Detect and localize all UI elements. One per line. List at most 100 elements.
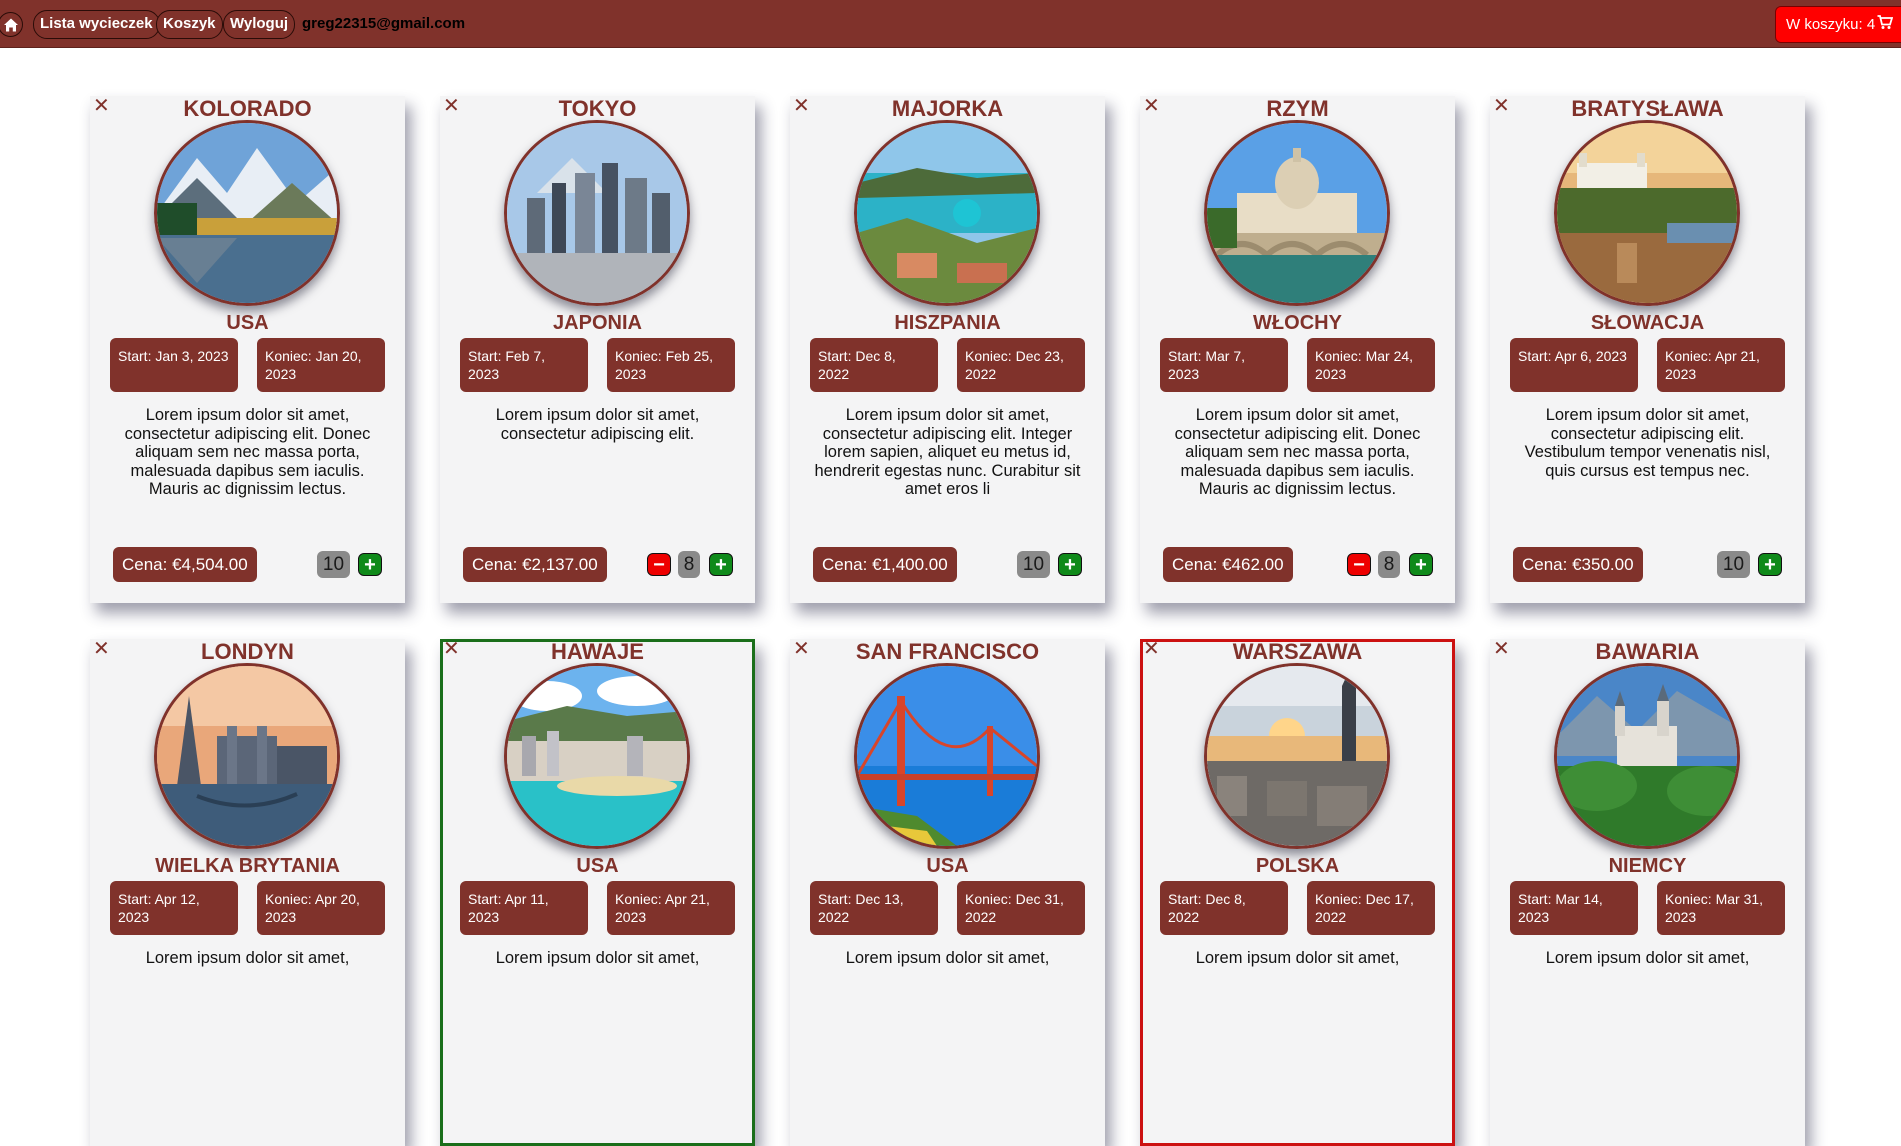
trip-card-kolorado: ✕ KOLORADO USA Start: Jan 3, 2023 Koniec… bbox=[90, 96, 405, 603]
end-date: Koniec: Feb 25, 2023 bbox=[607, 338, 735, 392]
trip-photo bbox=[504, 663, 690, 849]
start-date: Start: Dec 8, 2022 bbox=[1160, 881, 1288, 935]
increase-button[interactable]: + bbox=[709, 553, 733, 576]
nav-link-logout[interactable]: Wyloguj bbox=[223, 10, 296, 39]
start-date: Start: Jan 3, 2023 bbox=[110, 338, 238, 392]
start-date: Start: Dec 8, 2022 bbox=[810, 338, 938, 392]
trip-card-warszawa: ✕ WARSZAWA POLSKA Start: Dec 8, 2022 Kon… bbox=[1140, 639, 1455, 1146]
trip-country: SŁOWACJA bbox=[1590, 312, 1705, 334]
end-date: Koniec: Dec 31, 2022 bbox=[957, 881, 1085, 935]
cart-button[interactable]: W koszyku: 4 bbox=[1775, 6, 1901, 43]
increase-button[interactable]: + bbox=[1758, 553, 1782, 576]
start-date: Start: Mar 7, 2023 bbox=[1160, 338, 1288, 392]
home-button[interactable] bbox=[0, 12, 23, 37]
available-seats: 8 bbox=[1378, 551, 1400, 578]
trip-country: POLSKA bbox=[1255, 855, 1340, 877]
end-date: Koniec: Apr 20, 2023 bbox=[257, 881, 385, 935]
trip-name: BAWARIA bbox=[1595, 639, 1700, 664]
trip-name: KOLORADO bbox=[183, 96, 312, 121]
price-tag: Cena: €1,400.00 bbox=[813, 547, 957, 582]
plus-icon: + bbox=[1764, 554, 1776, 576]
trip-photo bbox=[1554, 120, 1740, 306]
trip-name: MAJORKA bbox=[891, 96, 1004, 121]
end-date: Koniec: Jan 20, 2023 bbox=[257, 338, 385, 392]
start-date: Start: Apr 6, 2023 bbox=[1510, 338, 1638, 392]
plus-icon: + bbox=[1415, 554, 1427, 576]
price-tag: Cena: €4,504.00 bbox=[113, 547, 257, 582]
start-date: Start: Apr 12, 2023 bbox=[110, 881, 238, 935]
available-seats: 10 bbox=[1717, 551, 1750, 578]
trip-country: USA bbox=[926, 855, 969, 877]
trip-photo bbox=[1554, 663, 1740, 849]
end-date: Koniec: Mar 31, 2023 bbox=[1657, 881, 1785, 935]
navbar: Lista wycieczek Koszyk Wyloguj greg22315… bbox=[0, 0, 1901, 48]
trip-photo bbox=[504, 120, 690, 306]
price-tag: Cena: €2,137.00 bbox=[463, 547, 607, 582]
nav-link-trip-list[interactable]: Lista wycieczek bbox=[33, 10, 160, 39]
start-date: Start: Feb 7, 2023 bbox=[460, 338, 588, 392]
plus-icon: + bbox=[364, 554, 376, 576]
trip-description: Lorem ipsum dolor sit amet, consectetur … bbox=[495, 406, 700, 443]
plus-icon: + bbox=[715, 554, 727, 576]
trip-card-rzym: ✕ RZYM WŁOCHY Start: Mar 7, 2023 Koniec:… bbox=[1140, 96, 1455, 603]
plus-icon: + bbox=[1064, 554, 1076, 576]
trip-card-hawaje: ✕ HAWAJE USA Start: Apr 11, 2023 Koniec:… bbox=[440, 639, 755, 1146]
trip-country: JAPONIA bbox=[553, 312, 642, 334]
trip-name: RZYM bbox=[1266, 96, 1329, 121]
end-date: Koniec: Apr 21, 2023 bbox=[1657, 338, 1785, 392]
trip-description: Lorem ipsum dolor sit amet, bbox=[495, 949, 700, 967]
trip-card-majorka: ✕ MAJORKA HISZPANIA Start: Dec 8, 2022 K… bbox=[790, 96, 1105, 603]
decrease-button[interactable]: − bbox=[1347, 553, 1371, 576]
trip-card-londyn: ✕ LONDYN WIELKA BRYTANIA Start: Apr 12, … bbox=[90, 639, 405, 1146]
decrease-button[interactable]: − bbox=[647, 553, 671, 576]
available-seats: 10 bbox=[317, 551, 350, 578]
user-email: greg22315@gmail.com bbox=[302, 15, 466, 32]
end-date: Koniec: Apr 21, 2023 bbox=[607, 881, 735, 935]
trip-name: WARSZAWA bbox=[1232, 639, 1363, 664]
trip-description: Lorem ipsum dolor sit amet, consectetur … bbox=[124, 406, 371, 498]
trip-photo bbox=[854, 663, 1040, 849]
increase-button[interactable]: + bbox=[1409, 553, 1433, 576]
minus-icon: − bbox=[653, 554, 665, 576]
trip-description: Lorem ipsum dolor sit amet, consectetur … bbox=[1524, 406, 1771, 480]
trip-photo bbox=[854, 120, 1040, 306]
trip-country: WŁOCHY bbox=[1253, 312, 1342, 334]
home-icon bbox=[3, 18, 18, 31]
trip-photo bbox=[154, 120, 340, 306]
trip-country: NIEMCY bbox=[1608, 855, 1687, 877]
trip-description: Lorem ipsum dolor sit amet, bbox=[145, 949, 350, 967]
trip-card-bratyslawa: ✕ BRATYSŁAWA SŁOWACJA Start: Apr 6, 2023… bbox=[1490, 96, 1805, 603]
end-date: Koniec: Mar 24, 2023 bbox=[1307, 338, 1435, 392]
trip-name: HAWAJE bbox=[551, 639, 644, 664]
start-date: Start: Apr 11, 2023 bbox=[460, 881, 588, 935]
trip-name: LONDYN bbox=[201, 639, 294, 664]
shopping-cart-icon bbox=[1877, 8, 1894, 43]
trip-name: BRATYSŁAWA bbox=[1571, 96, 1724, 121]
trip-description: Lorem ipsum dolor sit amet, bbox=[845, 949, 1050, 967]
trip-photo bbox=[154, 663, 340, 849]
trip-photo bbox=[1204, 663, 1390, 849]
trip-name: SAN FRANCISCO bbox=[855, 639, 1040, 664]
trip-description: Lorem ipsum dolor sit amet, bbox=[1195, 949, 1400, 967]
end-date: Koniec: Dec 23, 2022 bbox=[957, 338, 1085, 392]
cart-count-label: W koszyku: 4 bbox=[1786, 16, 1876, 33]
increase-button[interactable]: + bbox=[358, 553, 382, 576]
trip-description: Lorem ipsum dolor sit amet, bbox=[1545, 949, 1750, 967]
start-date: Start: Dec 13, 2022 bbox=[810, 881, 938, 935]
trip-card-san-francisco: ✕ SAN FRANCISCO USA Start: Dec 13, 2022 … bbox=[790, 639, 1105, 1146]
trip-card-bawaria: ✕ BAWARIA NIEMCY Start: Mar 14, 2023 Kon… bbox=[1490, 639, 1805, 1146]
end-date: Koniec: Dec 17, 2022 bbox=[1307, 881, 1435, 935]
start-date: Start: Mar 14, 2023 bbox=[1510, 881, 1638, 935]
minus-icon: − bbox=[1353, 554, 1365, 576]
trip-country: WIELKA BRYTANIA bbox=[155, 855, 340, 877]
available-seats: 8 bbox=[678, 551, 700, 578]
trip-name: TOKYO bbox=[558, 96, 637, 121]
trip-country: USA bbox=[226, 312, 269, 334]
trip-country: USA bbox=[576, 855, 619, 877]
price-tag: Cena: €350.00 bbox=[1513, 547, 1643, 582]
trip-description: Lorem ipsum dolor sit amet, consectetur … bbox=[1174, 406, 1421, 498]
increase-button[interactable]: + bbox=[1058, 553, 1082, 576]
nav-link-cart[interactable]: Koszyk bbox=[156, 10, 223, 39]
trip-card-tokyo: ✕ TOKYO JAPONIA Start: Feb 7, 2023 Konie… bbox=[440, 96, 755, 603]
trip-description: Lorem ipsum dolor sit amet, consectetur … bbox=[814, 406, 1081, 498]
